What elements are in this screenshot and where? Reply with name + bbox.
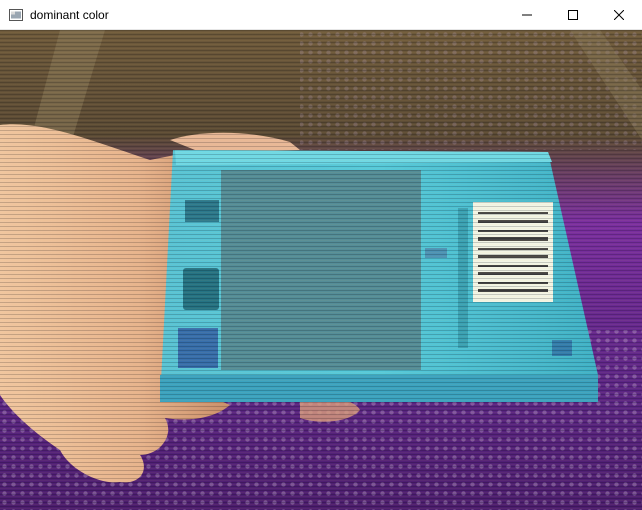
title-bar[interactable]: dominant color <box>0 0 642 30</box>
scanline-overlay <box>0 30 642 510</box>
maximize-icon <box>568 9 578 20</box>
close-icon <box>614 9 624 20</box>
close-button[interactable] <box>596 0 642 30</box>
camera-frame-image <box>0 30 642 510</box>
minimize-icon <box>522 14 532 15</box>
window-title: dominant color <box>30 7 109 22</box>
opencv-window-icon <box>8 7 24 23</box>
window-controls <box>504 0 642 30</box>
camera-frame <box>0 30 642 510</box>
maximize-button[interactable] <box>550 0 596 30</box>
minimize-button[interactable] <box>504 0 550 30</box>
app-window: dominant color <box>0 0 642 510</box>
